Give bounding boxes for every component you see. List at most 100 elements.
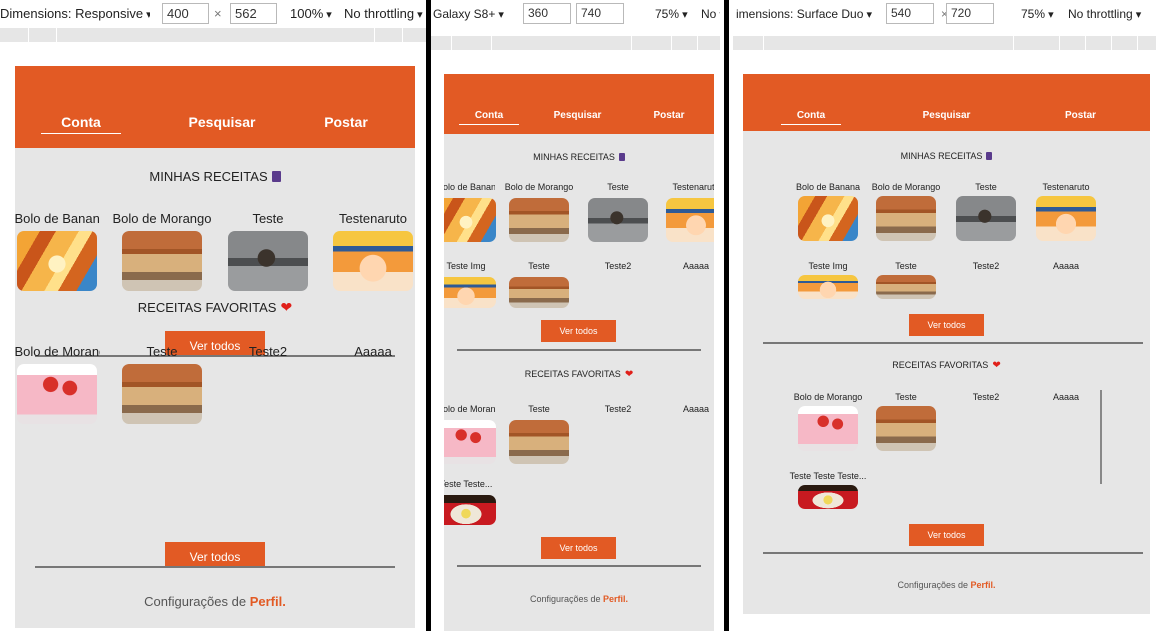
recipe-title[interactable]: Teste Teste Teste...: [783, 471, 873, 481]
recipe-image[interactable]: [509, 277, 569, 308]
throttling-select[interactable]: No: [701, 7, 720, 21]
recipe-image[interactable]: [798, 406, 858, 451]
recipe-title[interactable]: Teste Teste...: [444, 479, 495, 489]
recipe-title[interactable]: Aaaaa: [1026, 261, 1106, 271]
recipe-title[interactable]: Teste: [861, 392, 951, 402]
nav-pesquisar[interactable]: Pesquisar: [914, 110, 979, 121]
width-input[interactable]: 400: [162, 3, 209, 24]
recipe-image[interactable]: [798, 196, 858, 241]
media-query-ruler[interactable]: [431, 36, 720, 50]
recipe-image[interactable]: [444, 277, 496, 308]
recipe-image[interactable]: [798, 485, 858, 509]
throttling-select[interactable]: No throttling: [344, 6, 423, 21]
recipe-title[interactable]: Teste2: [588, 261, 648, 271]
recipe-title[interactable]: Teste Img: [444, 261, 495, 271]
device-select[interactable]: Dimensions: Responsive: [0, 6, 150, 21]
recipe-image[interactable]: [122, 364, 202, 424]
recipe-title[interactable]: Teste Img: [783, 261, 873, 271]
recipe-image[interactable]: [1036, 196, 1096, 241]
recipe-title[interactable]: Teste: [112, 344, 212, 359]
nav-postar[interactable]: Postar: [311, 114, 381, 130]
recipe-image[interactable]: [444, 198, 496, 242]
zoom-select[interactable]: 100%: [290, 6, 332, 21]
recipe-title[interactable]: Teste2: [946, 392, 1026, 402]
height-input[interactable]: 740: [576, 3, 624, 24]
recipe-title[interactable]: Teste: [228, 211, 308, 226]
recipe-image[interactable]: [956, 196, 1016, 241]
ruler-tick: [451, 36, 452, 50]
see-all-button[interactable]: Ver todos: [909, 314, 984, 336]
recipe-image[interactable]: [444, 420, 496, 464]
recipe-image[interactable]: [876, 275, 936, 299]
see-all-button[interactable]: Ver todos: [541, 320, 616, 342]
recipe-title[interactable]: Teste: [588, 182, 648, 192]
recipe-title[interactable]: Bolo de Morango: [112, 211, 212, 226]
recipe-image[interactable]: [17, 231, 97, 291]
recipe-title[interactable]: Bolo de Morango: [444, 404, 495, 414]
zoom-select[interactable]: 75%: [1021, 7, 1054, 21]
recipe-image[interactable]: [509, 198, 569, 242]
nav-pesquisar[interactable]: Pesquisar: [172, 114, 272, 130]
height-input[interactable]: 720: [946, 3, 994, 24]
width-input[interactable]: 360: [523, 3, 571, 24]
recipe-title[interactable]: Aaaaa: [331, 344, 416, 359]
section-title-favorites: RECEITAS FAVORITAS ❤: [743, 360, 1150, 371]
width-input[interactable]: 540: [886, 3, 934, 24]
favorites-scrollbar[interactable]: [1100, 390, 1102, 484]
recipe-title[interactable]: Teste: [504, 261, 574, 271]
recipe-title[interactable]: Bolo de Banana: [783, 182, 873, 192]
recipe-image[interactable]: [333, 231, 413, 291]
recipe-image[interactable]: [17, 364, 97, 424]
profile-link[interactable]: Perfil.: [250, 594, 286, 609]
ruler-tick: [763, 36, 764, 50]
media-query-ruler[interactable]: [0, 28, 426, 42]
nav-conta[interactable]: Conta: [781, 110, 841, 125]
device-select[interactable]: imensions: Surface Duo: [736, 7, 879, 21]
recipe-title[interactable]: Bolo de Banana: [444, 182, 495, 192]
ruler-tick: [402, 28, 403, 42]
recipe-title[interactable]: Aaaaa: [668, 261, 714, 271]
recipe-title[interactable]: Teste: [946, 182, 1026, 192]
recipe-title[interactable]: Aaaaa: [668, 404, 714, 414]
device-select[interactable]: Galaxy S8+: [433, 7, 518, 21]
recipe-title[interactable]: Testenaruto: [331, 211, 416, 226]
media-query-ruler[interactable]: [733, 36, 1156, 50]
nav-postar[interactable]: Postar: [644, 110, 694, 121]
recipe-title[interactable]: Bolo de Morango: [861, 182, 951, 192]
recipe-title[interactable]: Aaaaa: [1026, 392, 1106, 402]
profile-link[interactable]: Perfil.: [603, 594, 628, 604]
dimension-separator: ×: [214, 6, 222, 21]
nav-conta[interactable]: Conta: [41, 114, 121, 134]
recipe-title[interactable]: Testenaruto: [668, 182, 714, 192]
recipe-title[interactable]: Bolo de Morango: [15, 344, 100, 359]
recipe-title[interactable]: Bolo de Banana: [15, 211, 100, 226]
recipe-title[interactable]: Teste2: [228, 344, 308, 359]
nav-pesquisar[interactable]: Pesquisar: [545, 110, 610, 121]
recipe-title[interactable]: Teste2: [946, 261, 1026, 271]
recipe-title[interactable]: Teste2: [588, 404, 648, 414]
recipe-image[interactable]: [876, 406, 936, 451]
recipe-image[interactable]: [876, 196, 936, 241]
recipe-image[interactable]: [798, 275, 858, 299]
see-all-button[interactable]: Ver todos: [909, 524, 984, 546]
recipe-title[interactable]: Testenaruto: [1026, 182, 1106, 192]
nav-postar[interactable]: Postar: [1063, 110, 1098, 121]
recipe-image[interactable]: [444, 495, 496, 525]
nav-conta[interactable]: Conta: [459, 110, 519, 125]
recipe-title[interactable]: Bolo de Morango: [504, 182, 574, 192]
height-input[interactable]: 562: [230, 3, 277, 24]
profile-link[interactable]: Perfil.: [971, 580, 996, 590]
recipe-title[interactable]: Bolo de Morango: [783, 392, 873, 402]
recipe-image[interactable]: [228, 231, 308, 291]
recipe-image[interactable]: [509, 420, 569, 464]
recipe-title[interactable]: Teste: [861, 261, 951, 271]
zoom-select[interactable]: 75%: [655, 7, 688, 21]
recipe-image[interactable]: [122, 231, 202, 291]
recipe-title[interactable]: Teste: [504, 404, 574, 414]
device-toolbar: Dimensions: Responsive 400 × 562 100% No thro…: [0, 0, 426, 27]
see-all-button[interactable]: Ver todos: [541, 537, 616, 559]
recipe-image[interactable]: [588, 198, 648, 242]
throttling-select[interactable]: No throttling: [1068, 7, 1141, 21]
see-all-button[interactable]: Ver todos: [165, 542, 265, 568]
recipe-image[interactable]: [666, 198, 714, 242]
